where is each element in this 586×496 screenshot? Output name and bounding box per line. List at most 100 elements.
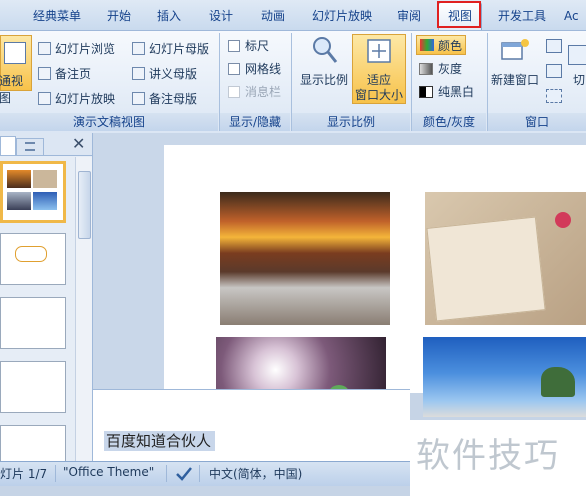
switch-window-label: 切 bbox=[573, 73, 586, 87]
arrange-all-icon[interactable] bbox=[546, 39, 562, 53]
black-white-label: 纯黑白 bbox=[438, 85, 475, 99]
notes-master-label: 备注母版 bbox=[149, 92, 198, 106]
ruler-checkbox[interactable]: 标尺 bbox=[228, 37, 269, 54]
tab-slides[interactable] bbox=[0, 136, 16, 155]
tab-outline[interactable] bbox=[16, 138, 44, 155]
outline-icon bbox=[25, 142, 35, 151]
new-window-label: 新建窗口 bbox=[491, 73, 540, 87]
slide-master-label: 幻灯片母版 bbox=[149, 42, 210, 56]
thumb-image bbox=[7, 170, 31, 188]
slide-thumbnail[interactable] bbox=[0, 297, 66, 349]
slide-master-icon bbox=[132, 42, 145, 55]
normal-view-icon bbox=[4, 42, 26, 64]
tab-review[interactable]: 审阅 bbox=[388, 6, 430, 28]
slide-sorter-button[interactable]: 幻灯片浏览 bbox=[38, 40, 115, 57]
handout-master-icon bbox=[132, 67, 145, 80]
watermark-text: 软件技巧 bbox=[416, 436, 560, 476]
tab-add-ins[interactable]: Ac bbox=[564, 6, 586, 28]
tab-insert[interactable]: 插入 bbox=[148, 6, 190, 28]
slideshow-icon bbox=[38, 92, 51, 105]
status-divider bbox=[199, 465, 200, 482]
grayscale-icon bbox=[419, 63, 433, 75]
zoom-label: 显示比例 bbox=[300, 73, 349, 87]
status-slide-number[interactable]: 灯片 1/7 bbox=[0, 465, 47, 482]
tab-classic-menu[interactable]: 经典菜单 bbox=[22, 6, 92, 28]
black-white-button[interactable]: 纯黑白 bbox=[419, 83, 474, 100]
normal-view-button[interactable]: 通视图 bbox=[0, 35, 32, 105]
fit-to-window-button[interactable]: 适应 窗口大小 bbox=[352, 34, 406, 104]
ruler-label: 标尺 bbox=[245, 39, 270, 53]
checkbox-icon bbox=[228, 86, 240, 98]
color-swatch-icon bbox=[420, 39, 434, 51]
heart-pin-icon bbox=[555, 212, 571, 228]
current-slide[interactable] bbox=[164, 145, 586, 419]
new-window-button[interactable]: 新建窗口 bbox=[490, 35, 542, 95]
reading-view-button[interactable]: 幻灯片放映 bbox=[38, 90, 115, 107]
thumb-shape bbox=[15, 246, 47, 262]
scrollbar-thumb[interactable] bbox=[78, 171, 91, 239]
slide-thumbnail[interactable] bbox=[0, 161, 66, 223]
image-blue-sky[interactable] bbox=[423, 337, 586, 417]
message-bar-label: 消息栏 bbox=[245, 85, 282, 99]
ribbon-tab-bar: 经典菜单 开始 插入 设计 动画 幻灯片放映 审阅 视图 开发工具 Ac bbox=[0, 0, 586, 30]
grayscale-button[interactable]: 灰度 bbox=[419, 60, 462, 77]
notes-page-label: 备注页 bbox=[55, 67, 92, 81]
notes-pane[interactable] bbox=[93, 389, 410, 462]
slide-thumbnail[interactable] bbox=[0, 425, 66, 461]
group-label-window: 窗口 bbox=[488, 113, 586, 131]
slide-sorter-label: 幻灯片浏览 bbox=[55, 42, 116, 56]
message-bar-checkbox[interactable]: 消息栏 bbox=[228, 83, 281, 100]
spell-check-icon[interactable] bbox=[175, 466, 193, 481]
tab-animations[interactable]: 动画 bbox=[252, 6, 294, 28]
ribbon: 通视图 幻灯片浏览 备注页 幻灯片放映 幻灯片母版 讲义母版 备注母版 演示文稿… bbox=[0, 30, 586, 134]
notes-master-button[interactable]: 备注母版 bbox=[132, 90, 197, 107]
move-split-icon[interactable] bbox=[546, 89, 562, 103]
handout-master-button[interactable]: 讲义母版 bbox=[132, 65, 197, 82]
status-theme[interactable]: "Office Theme" bbox=[63, 465, 154, 479]
image-sunset-beach[interactable] bbox=[220, 192, 390, 325]
switch-window-icon[interactable] bbox=[568, 45, 586, 65]
close-icon[interactable]: ✕ bbox=[72, 136, 85, 152]
notes-page-icon bbox=[38, 67, 51, 80]
slide-thumbnail[interactable] bbox=[0, 361, 66, 413]
checkbox-icon bbox=[228, 40, 240, 52]
tree-shape bbox=[541, 367, 575, 397]
image-handwritten-note[interactable] bbox=[425, 192, 586, 325]
magnifier-icon bbox=[313, 37, 338, 63]
tab-slide-show[interactable]: 幻灯片放映 bbox=[304, 6, 380, 28]
note-paper bbox=[426, 216, 546, 322]
slide-sorter-icon bbox=[38, 42, 51, 55]
notes-text[interactable]: 百度知道合伙人 bbox=[104, 431, 216, 451]
thumb-image bbox=[33, 192, 57, 210]
group-label-show-hide: 显示/隐藏 bbox=[220, 113, 290, 131]
slides-panel-scrollbar[interactable] bbox=[75, 157, 92, 461]
cascade-icon[interactable] bbox=[546, 64, 562, 78]
handout-master-label: 讲义母版 bbox=[149, 67, 198, 81]
black-white-icon bbox=[419, 86, 433, 98]
status-language[interactable]: 中文(简体，中国) bbox=[209, 465, 302, 482]
slide-master-button[interactable]: 幻灯片母版 bbox=[132, 40, 209, 57]
tab-home[interactable]: 开始 bbox=[98, 6, 140, 28]
tab-developer[interactable]: 开发工具 bbox=[490, 6, 554, 28]
zoom-button[interactable]: 显示比例 bbox=[298, 35, 350, 95]
group-label-presentation-views: 演示文稿视图 bbox=[0, 113, 218, 131]
reading-view-label: 幻灯片放映 bbox=[55, 92, 116, 106]
grayscale-label: 灰度 bbox=[438, 62, 463, 76]
fit-window-label-2: 窗口大小 bbox=[354, 88, 403, 102]
slides-panel-tabs: ✕ bbox=[0, 133, 92, 156]
notes-page-button[interactable]: 备注页 bbox=[38, 65, 91, 82]
notes-master-icon bbox=[132, 92, 145, 105]
slide-thumbnail[interactable] bbox=[0, 233, 66, 285]
color-label: 颜色 bbox=[438, 39, 463, 53]
status-divider bbox=[55, 465, 56, 482]
new-window-icon bbox=[501, 39, 529, 60]
status-bar: 灯片 1/7 "Office Theme" 中文(简体，中国) bbox=[0, 461, 410, 486]
group-label-color: 颜色/灰度 bbox=[412, 113, 486, 131]
tab-design[interactable]: 设计 bbox=[200, 6, 242, 28]
group-label-zoom: 显示比例 bbox=[292, 113, 410, 131]
normal-view-label: 通视图 bbox=[0, 74, 24, 105]
slides-panel: ✕ bbox=[0, 133, 93, 461]
color-button[interactable]: 颜色 bbox=[416, 35, 466, 55]
gridlines-checkbox[interactable]: 网格线 bbox=[228, 60, 281, 77]
checkbox-icon bbox=[228, 63, 240, 75]
